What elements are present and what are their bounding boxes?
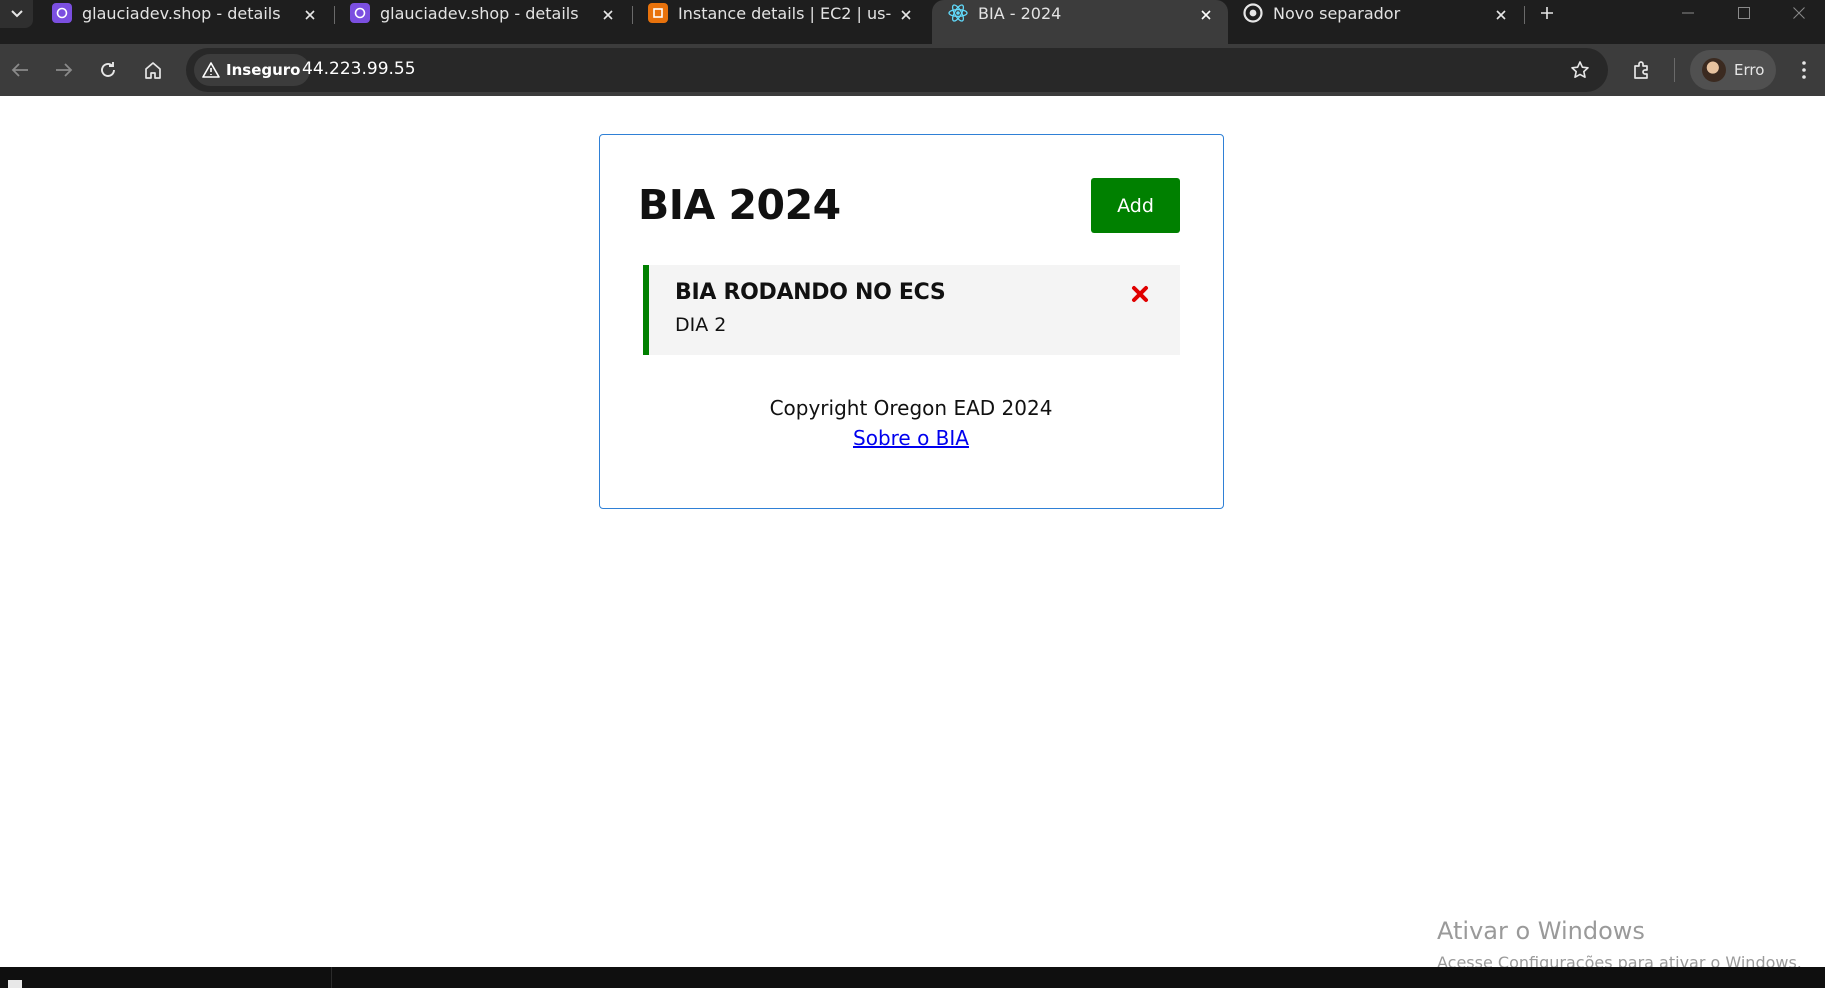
react-icon — [948, 3, 968, 23]
card-footer: Copyright Oregon EAD 2024 Sobre o BIA — [600, 393, 1222, 453]
tab-title: BIA - 2024 — [978, 4, 1062, 23]
purple-app-icon — [350, 3, 370, 23]
close-icon[interactable] — [892, 3, 920, 27]
close-icon[interactable] — [296, 3, 324, 27]
back-button[interactable] — [2, 52, 38, 88]
arrow-right-icon — [56, 63, 73, 77]
plus-icon — [1541, 7, 1553, 19]
minimize-button[interactable] — [1660, 0, 1716, 26]
copyright-text: Copyright Oregon EAD 2024 — [769, 396, 1053, 420]
tab-ec2-instance[interactable]: Instance details | EC2 | us-east-1 — [632, 0, 928, 44]
profile-button[interactable]: Erro — [1690, 50, 1776, 90]
url-text[interactable]: 44.223.99.55 — [302, 59, 416, 79]
page-title: BIA 2024 — [638, 181, 841, 229]
tab-title: Novo separador — [1273, 4, 1401, 23]
watermark-title: Ativar o Windows — [1437, 917, 1645, 945]
tab-novo-separador[interactable]: Novo separador — [1227, 0, 1523, 44]
about-link[interactable]: Sobre o BIA — [853, 426, 969, 450]
puzzle-icon — [1634, 61, 1648, 79]
address-bar[interactable]: Inseguro 44.223.99.55 — [186, 48, 1608, 92]
tab-title: glauciadev.shop - details — [380, 4, 579, 23]
more-vertical-icon — [1802, 61, 1806, 79]
chrome-icon — [1243, 3, 1263, 23]
aws-ec2-icon — [648, 3, 668, 23]
reload-button[interactable] — [90, 52, 126, 88]
tab-title: glauciadev.shop - details — [82, 4, 281, 23]
task-day: DIA 2 — [675, 314, 727, 336]
warning-icon — [202, 62, 220, 78]
close-icon — [1132, 286, 1148, 302]
forward-button[interactable] — [46, 52, 82, 88]
delete-task-button[interactable] — [1128, 282, 1152, 306]
home-icon — [145, 62, 161, 79]
extensions-button[interactable] — [1624, 52, 1660, 88]
maximize-button[interactable] — [1716, 0, 1772, 26]
tab-glauciadev-1[interactable]: glauciadev.shop - details — [36, 0, 332, 44]
avatar — [1702, 58, 1726, 82]
taskbar-separator — [331, 967, 332, 988]
windows-activation-watermark: Ativar o Windows Acesse Configurações pa… — [1437, 917, 1802, 972]
close-icon[interactable] — [1192, 3, 1220, 27]
security-label: Inseguro — [226, 61, 301, 79]
new-tab-button[interactable] — [1532, 0, 1562, 26]
start-icon[interactable] — [8, 980, 22, 988]
arrow-left-icon — [11, 63, 28, 77]
toolbar-divider — [1674, 58, 1675, 82]
tab-title: Instance details | EC2 | us-east-1 — [678, 4, 892, 23]
close-window-button[interactable] — [1772, 0, 1825, 26]
chevron-down-icon — [10, 10, 23, 18]
task-title: BIA RODANDO NO ECS — [675, 280, 946, 305]
task-item[interactable]: BIA RODANDO NO ECS DIA 2 — [643, 265, 1180, 355]
add-button[interactable]: Add — [1091, 178, 1180, 233]
purple-app-icon — [52, 3, 72, 23]
app-card: BIA 2024 Add BIA RODANDO NO ECS DIA 2 Co… — [599, 134, 1224, 509]
security-indicator[interactable]: Inseguro — [194, 54, 311, 86]
bookmark-button[interactable] — [1562, 52, 1598, 88]
maximize-icon — [1738, 7, 1750, 19]
close-icon[interactable] — [1487, 3, 1515, 27]
browser-menu-button[interactable] — [1786, 52, 1822, 88]
profile-status-label: Erro — [1734, 61, 1765, 79]
minimize-icon — [1682, 12, 1694, 14]
home-button[interactable] — [135, 52, 171, 88]
reload-icon — [101, 62, 115, 77]
tab-glauciadev-2[interactable]: glauciadev.shop - details — [334, 0, 630, 44]
close-icon — [1792, 7, 1805, 19]
tab-strip: glauciadev.shop - details glauciadev.sho… — [0, 0, 1825, 44]
taskbar — [0, 967, 1825, 988]
tab-separator — [1524, 6, 1525, 24]
close-icon[interactable] — [594, 3, 622, 27]
tab-bia-2024[interactable]: BIA - 2024 — [932, 0, 1228, 44]
tab-search-button[interactable] — [0, 0, 33, 28]
star-icon — [1571, 61, 1589, 78]
browser-toolbar: Inseguro 44.223.99.55 Erro — [0, 44, 1825, 96]
